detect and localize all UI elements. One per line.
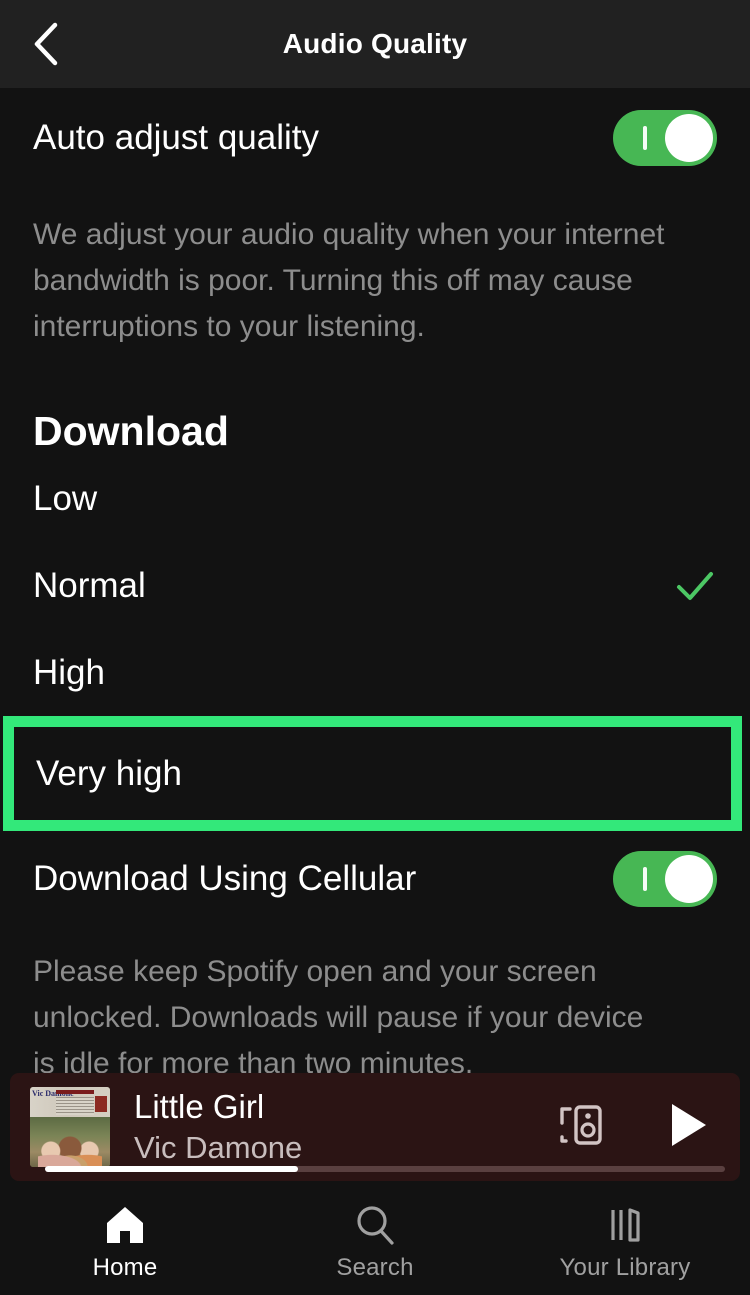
auto-adjust-quality-description: We adjust your audio quality when your i… — [33, 218, 665, 343]
playback-progress-fill — [45, 1166, 298, 1172]
now-playing-bar[interactable]: Vic Damone Little Girl Vic Damone — [10, 1073, 740, 1181]
bottom-navigation: Home Search Your Library — [0, 1190, 750, 1295]
toggle-bar-indicator — [643, 126, 647, 150]
play-button[interactable] — [668, 1101, 710, 1154]
now-playing-controls — [552, 1097, 710, 1158]
settings-content: Auto adjust quality We adjust your audio… — [0, 88, 750, 1080]
quality-option-label: Low — [33, 478, 98, 518]
nav-item-your-library[interactable]: Your Library — [500, 1190, 750, 1282]
quality-option-label: Normal — [33, 565, 146, 605]
quality-option-low[interactable]: Low — [0, 455, 750, 542]
playback-progress-bar[interactable] — [45, 1166, 725, 1172]
toggle-bar-indicator — [643, 867, 647, 891]
now-playing-text[interactable]: Little Girl Vic Damone — [134, 1087, 552, 1167]
track-title: Little Girl — [134, 1088, 265, 1125]
quality-option-label: Very high — [36, 753, 182, 793]
quality-option-high[interactable]: High — [0, 629, 750, 716]
quality-option-normal[interactable]: Normal — [0, 542, 750, 629]
search-icon — [352, 1202, 398, 1248]
nav-item-search[interactable]: Search — [250, 1190, 500, 1282]
nav-label-search: Search — [336, 1254, 414, 1281]
app-header: Audio Quality — [0, 0, 750, 88]
album-art-headline — [56, 1090, 94, 1094]
album-art-red-box — [95, 1096, 107, 1112]
quality-option-label: High — [33, 652, 105, 692]
spotify-audio-quality-screen: Audio Quality Auto adjust quality We adj… — [0, 0, 750, 1295]
download-using-cellular-toggle[interactable] — [613, 851, 717, 907]
quality-option-very-high[interactable]: Very high — [3, 716, 742, 831]
library-icon — [602, 1202, 648, 1248]
connect-to-device-icon — [552, 1097, 608, 1158]
auto-adjust-quality-row[interactable]: Auto adjust quality — [0, 94, 750, 182]
back-button[interactable] — [22, 20, 70, 68]
nav-item-home[interactable]: Home — [0, 1190, 250, 1282]
album-art-photo — [30, 1117, 110, 1167]
toggle-knob — [665, 114, 713, 162]
auto-adjust-quality-toggle[interactable] — [613, 110, 717, 166]
nav-label-home: Home — [92, 1254, 158, 1281]
connect-to-device-button[interactable] — [552, 1097, 608, 1158]
album-art-top-strip: Vic Damone — [30, 1087, 110, 1117]
auto-adjust-quality-label: Auto adjust quality — [33, 118, 320, 157]
checkmark-icon — [673, 564, 717, 608]
download-section-heading: Download — [33, 408, 229, 454]
toggle-knob — [665, 855, 713, 903]
nav-label-your-library: Your Library — [559, 1254, 691, 1281]
play-icon — [668, 1101, 710, 1154]
home-icon — [102, 1202, 148, 1248]
album-art: Vic Damone — [30, 1087, 110, 1167]
download-using-cellular-label: Download Using Cellular — [33, 859, 417, 898]
chevron-left-icon — [31, 21, 61, 67]
download-using-cellular-description: Please keep Spotify open and your screen… — [33, 955, 644, 1080]
download-using-cellular-row[interactable]: Download Using Cellular — [0, 835, 750, 923]
page-title: Audio Quality — [282, 28, 468, 59]
track-artist: Vic Damone — [134, 1130, 303, 1165]
album-art-columns — [56, 1097, 94, 1115]
